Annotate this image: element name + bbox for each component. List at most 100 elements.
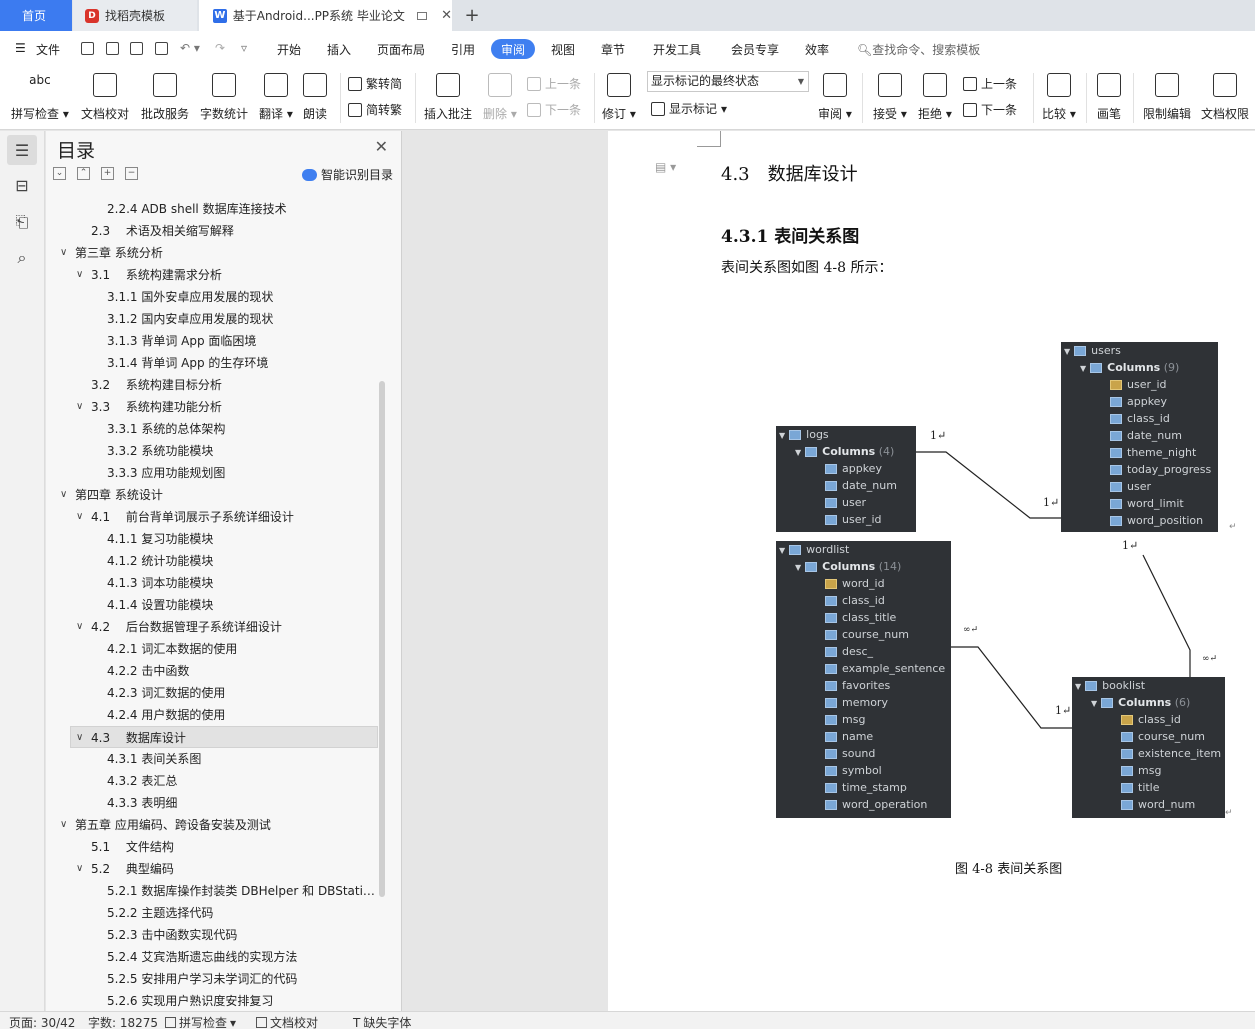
restrict-edit-button[interactable]: 限制编辑 — [1143, 71, 1191, 122]
toc-scrollbar[interactable] — [379, 381, 385, 897]
prev-change-button[interactable]: 上一条 — [963, 75, 1017, 92]
status-spell-check[interactable]: 拼写检查 ▾ — [165, 1014, 236, 1029]
batch-service-button[interactable]: 批改服务 — [141, 71, 189, 122]
toc-item[interactable]: 4.1.2 统计功能模块 — [46, 550, 378, 572]
toc-item[interactable]: ∨ 5.2 典型编码 — [46, 858, 378, 880]
toc-item[interactable]: 5.2.4 艾宾浩斯遗忘曲线的实现方法 — [46, 946, 378, 968]
reject-button[interactable]: 拒绝 ▾ — [918, 71, 952, 122]
chevron-down-icon[interactable]: ∨ — [76, 616, 83, 638]
close-icon[interactable]: ✕ — [375, 137, 388, 156]
undo-icon[interactable]: ↶ ▾ — [180, 41, 200, 55]
smart-toc-button[interactable]: 智能识别目录 — [301, 166, 393, 183]
toc-item[interactable]: 5.2.3 击中函数实现代码 — [46, 924, 378, 946]
menu-insert[interactable]: 插入 — [327, 41, 351, 58]
toc-item-selected[interactable]: ∨ 4.3 数据库设计 — [70, 726, 378, 748]
toc-item[interactable]: 4.1.4 设置功能模块 — [46, 594, 378, 616]
toc-item[interactable]: 3.3.1 系统的总体架构 — [46, 418, 378, 440]
toc-item[interactable]: ∨ 第五章 应用编码、跨设备安装及测试 — [46, 814, 378, 836]
chevron-down-icon[interactable]: ∨ — [76, 396, 83, 418]
close-tab-icon[interactable]: ✕ — [441, 8, 452, 23]
window-mini-icon[interactable] — [417, 11, 428, 20]
remove-heading-icon[interactable]: − — [125, 167, 138, 180]
page-indicator[interactable]: 页面: 30/42 — [9, 1014, 75, 1029]
translate-button[interactable]: 翻译 ▾ — [259, 71, 293, 122]
toc-item[interactable]: 3.1.3 背单词 App 面临困境 — [46, 330, 378, 352]
accept-button[interactable]: 接受 ▾ — [873, 71, 907, 122]
menu-efficiency[interactable]: 效率 — [805, 41, 829, 58]
toc-item[interactable]: 4.2.3 词汇数据的使用 — [46, 682, 378, 704]
print-preview-icon[interactable] — [155, 42, 168, 55]
chevron-down-icon[interactable]: ∨ — [76, 506, 83, 528]
chevron-down-icon[interactable]: ∨ — [60, 814, 67, 836]
toc-item[interactable]: ∨ 第四章 系统设计 — [46, 484, 378, 506]
toc-item[interactable]: 4.3.3 表明细 — [46, 792, 378, 814]
status-missing-font[interactable]: T 缺失字体 — [353, 1014, 411, 1029]
command-search[interactable]: 🔍︎查找命令、搜索模板 — [857, 41, 980, 58]
word-count-indicator[interactable]: 字数: 18275 — [88, 1014, 158, 1029]
chevron-down-icon[interactable]: ∨ — [60, 484, 67, 506]
markup-state-select[interactable]: 显示标记的最终状态 ▼ — [647, 71, 809, 92]
menu-view[interactable]: 视图 — [551, 41, 575, 58]
menu-layout[interactable]: 页面布局 — [377, 41, 425, 58]
toc-item[interactable]: 2.2.4 ADB shell 数据库连接技术 — [46, 198, 378, 220]
bookmark-icon[interactable]: ⎗ — [11, 211, 33, 233]
menu-chapter[interactable]: 章节 — [601, 41, 625, 58]
toc-item[interactable]: ∨ 4.2 后台数据管理子系统详细设计 — [46, 616, 378, 638]
read-aloud-button[interactable]: 朗读 — [303, 71, 327, 122]
expand-all-icon[interactable]: ⌃ — [77, 167, 90, 180]
add-heading-icon[interactable]: + — [101, 167, 114, 180]
toc-item[interactable]: 3.1.2 国内安卓应用发展的现状 — [46, 308, 378, 330]
paragraph-menu-icon[interactable]: ▤ ▾ — [655, 160, 676, 174]
print-icon[interactable] — [130, 42, 143, 55]
hamburger-icon[interactable]: ☰ — [15, 41, 26, 55]
toc-item[interactable]: 4.1.1 复习功能模块 — [46, 528, 378, 550]
toc-item[interactable]: 5.1 文件结构 — [46, 836, 378, 858]
revise-button[interactable]: 修订 ▾ — [602, 71, 636, 122]
toc-pane-icon[interactable]: ☰ — [7, 135, 37, 165]
toc-item[interactable]: 2.3 术语及相关缩写解释 — [46, 220, 378, 242]
quick-access-more-icon[interactable]: ▿ — [241, 41, 247, 55]
toc-item[interactable]: 4.3.2 表汇总 — [46, 770, 378, 792]
review-pane-button[interactable]: 审阅 ▾ — [818, 71, 852, 122]
trad-to-simp-button[interactable]: 繁转简 — [348, 75, 402, 92]
menu-review[interactable]: 审阅 — [491, 39, 535, 59]
toc-item[interactable]: ∨ 3.1 系统构建需求分析 — [46, 264, 378, 286]
export-pdf-icon[interactable] — [106, 42, 119, 55]
chevron-down-icon[interactable]: ∨ — [76, 727, 83, 747]
toc-item[interactable]: 3.3.2 系统功能模块 — [46, 440, 378, 462]
tab-template[interactable]: D 找稻壳模板 — [73, 0, 197, 31]
menu-devtools[interactable]: 开发工具 — [653, 41, 701, 58]
status-doc-check[interactable]: 文档校对 — [256, 1014, 318, 1029]
pen-button[interactable]: 画笔 — [1097, 71, 1121, 122]
toc-item[interactable]: 4.2.2 击中函数 — [46, 660, 378, 682]
toc-item[interactable]: 5.2.6 实现用户熟识度安排复习 — [46, 990, 378, 1011]
spell-check-button[interactable]: abc 拼写检查 ▾ — [11, 71, 69, 122]
menu-references[interactable]: 引用 — [451, 41, 475, 58]
compare-button[interactable]: 比较 ▾ — [1042, 71, 1076, 122]
toc-item[interactable]: 5.2.2 主题选择代码 — [46, 902, 378, 924]
toc-item[interactable]: ∨ 4.1 前台背单词展示子系统详细设计 — [46, 506, 378, 528]
doc-rights-button[interactable]: 文档权限 — [1201, 71, 1249, 122]
menu-file[interactable]: 文件 — [36, 41, 60, 58]
chevron-down-icon[interactable]: ∨ — [76, 858, 83, 880]
save-icon[interactable] — [81, 42, 94, 55]
chevron-down-icon[interactable]: ∨ — [76, 264, 83, 286]
menu-member[interactable]: 会员专享 — [731, 41, 779, 58]
next-change-button[interactable]: 下一条 — [963, 101, 1017, 118]
doc-check-button[interactable]: 文档校对 — [81, 71, 129, 122]
toc-item[interactable]: 3.2 系统构建目标分析 — [46, 374, 378, 396]
insert-comment-button[interactable]: 插入批注 — [424, 71, 472, 122]
search-icon[interactable]: ⌕ — [11, 247, 33, 269]
tab-home[interactable]: 首页 — [0, 0, 72, 31]
chapter-nav-icon[interactable]: ⊟ — [11, 174, 33, 196]
toc-item[interactable]: 4.3.1 表间关系图 — [46, 748, 378, 770]
collapse-all-icon[interactable]: ⌄ — [53, 167, 66, 180]
delete-comment-button[interactable]: 删除 ▾ — [483, 71, 517, 122]
chevron-down-icon[interactable]: ∨ — [60, 242, 67, 264]
toc-item[interactable]: 5.2.5 安排用户学习未学词汇的代码 — [46, 968, 378, 990]
menu-start[interactable]: 开始 — [277, 41, 301, 58]
toc-item[interactable]: 5.2.1 数据库操作封装类 DBHelper 和 DBStati… — [46, 880, 378, 902]
simp-to-trad-button[interactable]: 简转繁 — [348, 101, 402, 118]
prev-comment-button[interactable]: 上一条 — [527, 75, 581, 92]
toc-item[interactable]: 4.1.3 词本功能模块 — [46, 572, 378, 594]
